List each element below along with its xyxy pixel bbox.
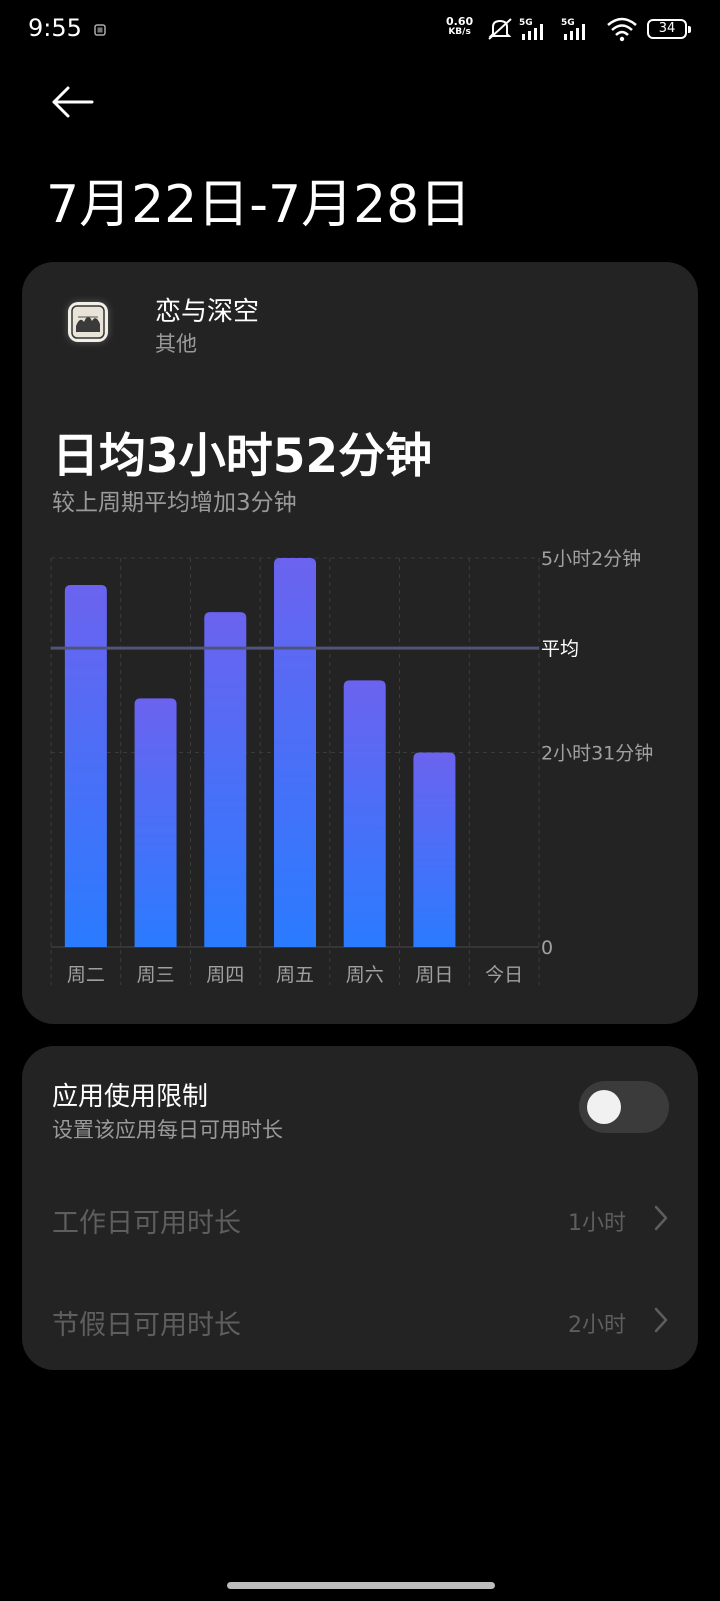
limit-title: 应用使用限制	[52, 1082, 209, 1112]
chart-bar[interactable]	[204, 612, 247, 947]
signal2-label: 5G	[561, 18, 575, 28]
signal-icon-2: 5G	[561, 16, 591, 42]
app-name: 恋与深空	[155, 297, 260, 327]
y-tick-label: 0	[541, 937, 553, 959]
vibrate-off-icon	[485, 16, 515, 42]
x-tick-label: 周五	[276, 964, 314, 986]
limit-toggle[interactable]	[579, 1081, 669, 1133]
signal1-label: 5G	[519, 18, 533, 28]
chart-bar[interactable]	[134, 698, 177, 947]
chevron-right-icon	[654, 1205, 668, 1231]
status-time: 9:55	[28, 14, 82, 42]
wifi-icon	[606, 16, 638, 42]
workday-limit-row[interactable]: 工作日可用时长 1小时	[22, 1185, 698, 1255]
x-tick-label: 周二	[67, 964, 105, 986]
chart-bar[interactable]	[343, 680, 386, 947]
chart-bar[interactable]	[274, 558, 316, 947]
y-label-average: 平均	[541, 638, 579, 660]
toggle-knob	[587, 1090, 621, 1124]
back-button[interactable]	[48, 80, 100, 124]
x-tick-label: 今日	[485, 964, 523, 986]
network-speed: 0.60 KB/s	[446, 16, 473, 38]
workday-label: 工作日可用时长	[52, 1208, 241, 1239]
chevron-right-icon	[654, 1307, 668, 1333]
status-bar: 9:55 0.60 KB/s 5G 5G 34	[0, 0, 720, 60]
x-tick-label: 周三	[137, 964, 175, 986]
battery-indicator: 34	[647, 19, 691, 39]
chart-x-labels: 周二 周三 周四 周五 周六 周日 今日	[67, 964, 523, 986]
x-tick-label: 周四	[206, 964, 244, 986]
home-indicator[interactable]	[227, 1582, 495, 1589]
y-tick-label: 2小时31分钟	[541, 743, 653, 765]
holiday-label: 节假日可用时长	[52, 1310, 241, 1341]
limit-subtitle: 设置该应用每日可用时长	[52, 1118, 283, 1142]
app-icon	[68, 302, 108, 342]
chart-y-labels: 5小时2分钟平均 2小时31分钟 0	[541, 548, 653, 959]
network-speed-unit: KB/s	[448, 27, 471, 37]
daily-average: 日均3小时52分钟	[52, 429, 433, 484]
comparison-text: 较上周期平均增加3分钟	[52, 490, 297, 516]
notification-icon	[93, 22, 107, 36]
workday-value: 1小时	[568, 1211, 626, 1236]
holiday-limit-row[interactable]: 节假日可用时长 2小时	[22, 1287, 698, 1357]
app-category: 其他	[155, 332, 197, 356]
arrow-left-icon	[52, 86, 94, 118]
page-title: 7月22日-7月28日	[46, 175, 472, 235]
network-speed-value: 0.60	[446, 15, 474, 28]
holiday-value: 2小时	[568, 1313, 626, 1338]
y-tick-label: 5小时2分钟	[541, 548, 641, 570]
x-tick-label: 周六	[346, 964, 384, 986]
signal-icon-1: 5G	[519, 16, 549, 42]
chart-bar[interactable]	[64, 585, 107, 947]
x-tick-label: 周日	[415, 964, 453, 986]
usage-bar-chart: 5小时2分钟平均 2小时31分钟 0 周二 周三 周四 周五 周六 周日 今日	[50, 548, 653, 986]
chart-bar[interactable]	[413, 752, 456, 948]
